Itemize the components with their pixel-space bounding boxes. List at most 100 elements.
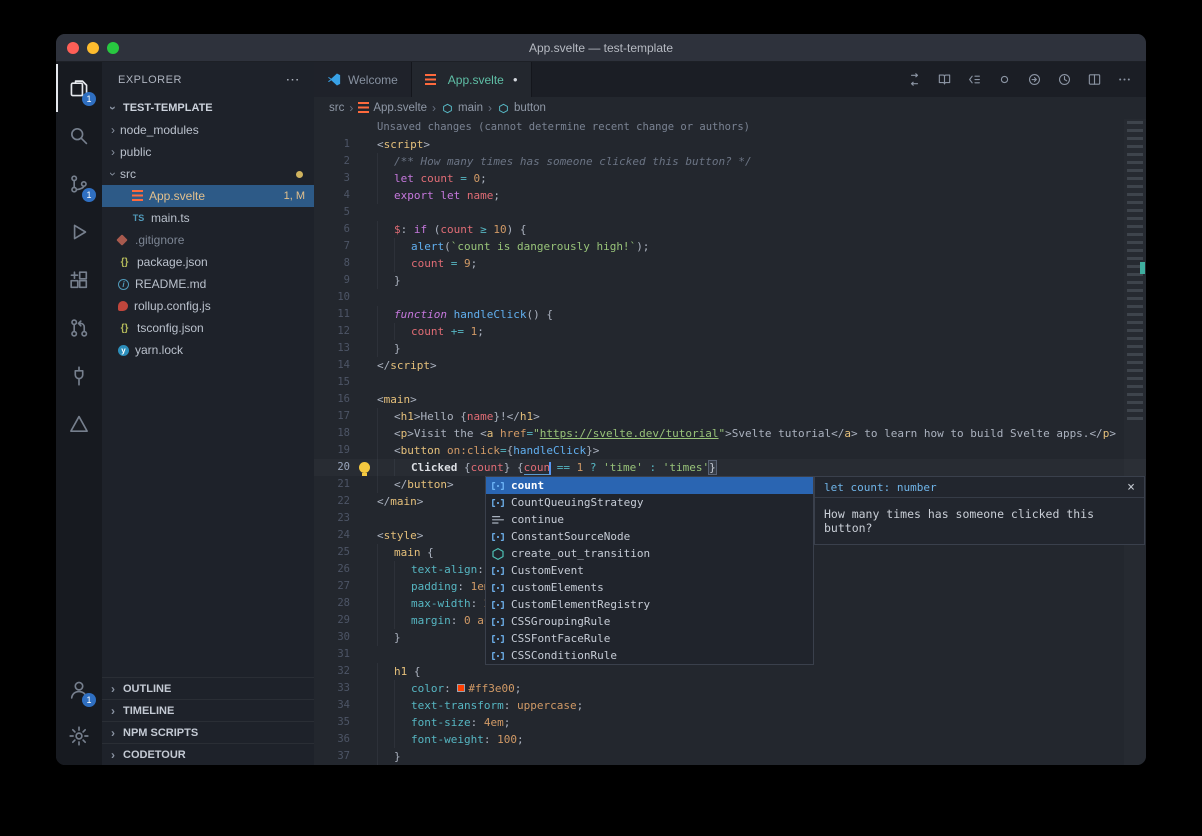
history-button[interactable] [1051, 67, 1078, 93]
activity-source-control[interactable]: 1 [56, 160, 102, 208]
folder-src[interactable]: ›src [102, 163, 314, 185]
next-change-button[interactable] [1021, 67, 1048, 93]
line-number[interactable]: 27 [314, 578, 358, 595]
code-line[interactable]: 8count = 9; [314, 255, 1146, 272]
close-icon[interactable]: × [1127, 481, 1135, 494]
line-number[interactable]: 32 [314, 663, 358, 680]
line-number[interactable]: 12 [314, 323, 358, 340]
code-line[interactable]: 1<script> [314, 136, 1146, 153]
line-number[interactable]: 15 [314, 374, 358, 391]
line-number[interactable]: 20 [314, 459, 358, 476]
code-line[interactable]: 7alert(`count is dangerously high!`); [314, 238, 1146, 255]
code-line[interactable]: 37} [314, 748, 1146, 765]
breadcrumb-main[interactable]: main [441, 102, 483, 115]
line-number[interactable]: 16 [314, 391, 358, 408]
open-preview-button[interactable] [931, 67, 958, 93]
line-number[interactable]: 9 [314, 272, 358, 289]
code-line[interactable]: 6$: if (count ≥ 10) { [314, 221, 1146, 238]
code-line[interactable]: 32h1 { [314, 663, 1146, 680]
suggestion-continue[interactable]: continue [486, 511, 813, 528]
folder-node-modules[interactable]: ›node_modules [102, 119, 314, 141]
file-readme-md[interactable]: iREADME.md [102, 273, 314, 295]
more-actions-icon[interactable]: ⋯ [286, 71, 301, 88]
breadcrumb-app-svelte[interactable]: App.svelte [358, 102, 427, 114]
line-number[interactable]: 10 [314, 289, 358, 306]
line-number[interactable]: 30 [314, 629, 358, 646]
file-yarn-lock[interactable]: yyarn.lock [102, 339, 314, 361]
code-line[interactable]: 12count += 1; [314, 323, 1146, 340]
code-line[interactable]: 3let count = 0; [314, 170, 1146, 187]
line-number[interactable]: 17 [314, 408, 358, 425]
compare-changes-button[interactable] [901, 67, 928, 93]
code-line[interactable]: 33color: #ff3e00; [314, 680, 1146, 697]
code-line[interactable]: 15 [314, 374, 1146, 391]
file-package-json[interactable]: {}package.json [102, 251, 314, 273]
code-line[interactable]: 14</script> [314, 357, 1146, 374]
code-line[interactable]: 16<main> [314, 391, 1146, 408]
activity-github-pull-requests[interactable] [56, 304, 102, 352]
line-number[interactable]: 1 [314, 136, 358, 153]
code-line[interactable]: 18<p>Visit the <a href="https://svelte.d… [314, 425, 1146, 442]
section-outline[interactable]: ›OUTLINE [102, 677, 314, 699]
line-number[interactable]: 14 [314, 357, 358, 374]
folder-public[interactable]: ›public [102, 141, 314, 163]
line-number[interactable]: 2 [314, 153, 358, 170]
line-number[interactable]: 7 [314, 238, 358, 255]
suggestion-customelements[interactable]: customElements [486, 579, 813, 596]
line-number[interactable]: 13 [314, 340, 358, 357]
line-number[interactable]: 11 [314, 306, 358, 323]
line-number[interactable]: 33 [314, 680, 358, 697]
tab-app-svelte[interactable]: App.svelte● [412, 62, 532, 97]
code-line[interactable]: 34text-transform: uppercase; [314, 697, 1146, 714]
code-editor[interactable]: Unsaved changes (cannot determine recent… [314, 119, 1146, 765]
suggestion-cssconditionrule[interactable]: CSSConditionRule [486, 647, 813, 664]
line-number[interactable]: 21 [314, 476, 358, 493]
previous-change-button[interactable] [961, 67, 988, 93]
line-number[interactable]: 23 [314, 510, 358, 527]
suggestion-cssgroupingrule[interactable]: CSSGroupingRule [486, 613, 813, 630]
split-editor-button[interactable] [1081, 67, 1108, 93]
line-number[interactable]: 25 [314, 544, 358, 561]
line-number[interactable]: 22 [314, 493, 358, 510]
file-tsconfig-json[interactable]: {}tsconfig.json [102, 317, 314, 339]
activity-search[interactable] [56, 112, 102, 160]
more-actions-button[interactable] [1111, 67, 1138, 93]
suggestion-create-out-transition[interactable]: create_out_transition [486, 545, 813, 562]
section-timeline[interactable]: ›TIMELINE [102, 699, 314, 721]
code-line[interactable]: 4export let name; [314, 187, 1146, 204]
line-number[interactable]: 29 [314, 612, 358, 629]
line-number[interactable]: 3 [314, 170, 358, 187]
file-main-ts[interactable]: TSmain.ts [102, 207, 314, 229]
zoom-window-button[interactable] [107, 42, 119, 54]
record-button[interactable] [991, 67, 1018, 93]
code-line[interactable]: 10 [314, 289, 1146, 306]
line-number[interactable]: 24 [314, 527, 358, 544]
file-app-svelte[interactable]: App.svelte1, M [102, 185, 314, 207]
line-number[interactable]: 5 [314, 204, 358, 221]
code-line[interactable]: 36font-weight: 100; [314, 731, 1146, 748]
line-number[interactable]: 8 [314, 255, 358, 272]
line-number[interactable]: 34 [314, 697, 358, 714]
code-line[interactable]: 13} [314, 340, 1146, 357]
suggestion-countqueuingstrategy[interactable]: CountQueuingStrategy [486, 494, 813, 511]
breadcrumb-src[interactable]: src [329, 102, 344, 114]
line-number[interactable]: 26 [314, 561, 358, 578]
activity-settings[interactable] [56, 713, 102, 759]
activity-explorer[interactable]: 1 [56, 64, 102, 112]
line-number[interactable]: 37 [314, 748, 358, 765]
line-number[interactable]: 6 [314, 221, 358, 238]
line-number[interactable]: 4 [314, 187, 358, 204]
code-line[interactable]: 2/** How many times has someone clicked … [314, 153, 1146, 170]
code-line[interactable]: 9} [314, 272, 1146, 289]
section-npm-scripts[interactable]: ›NPM SCRIPTS [102, 721, 314, 743]
breadcrumb-button[interactable]: button [497, 102, 546, 115]
suggestion-constantsourcenode[interactable]: ConstantSourceNode [486, 528, 813, 545]
lightbulb-icon[interactable] [359, 462, 370, 473]
code-line[interactable]: 17<h1>Hello {name}!</h1> [314, 408, 1146, 425]
activity-extensions[interactable] [56, 256, 102, 304]
line-number[interactable]: 19 [314, 442, 358, 459]
code-line[interactable]: 11function handleClick() { [314, 306, 1146, 323]
line-number[interactable]: 31 [314, 646, 358, 663]
suggestion-customevent[interactable]: CustomEvent [486, 562, 813, 579]
code-line[interactable]: 19<button on:click={handleClick}> [314, 442, 1146, 459]
